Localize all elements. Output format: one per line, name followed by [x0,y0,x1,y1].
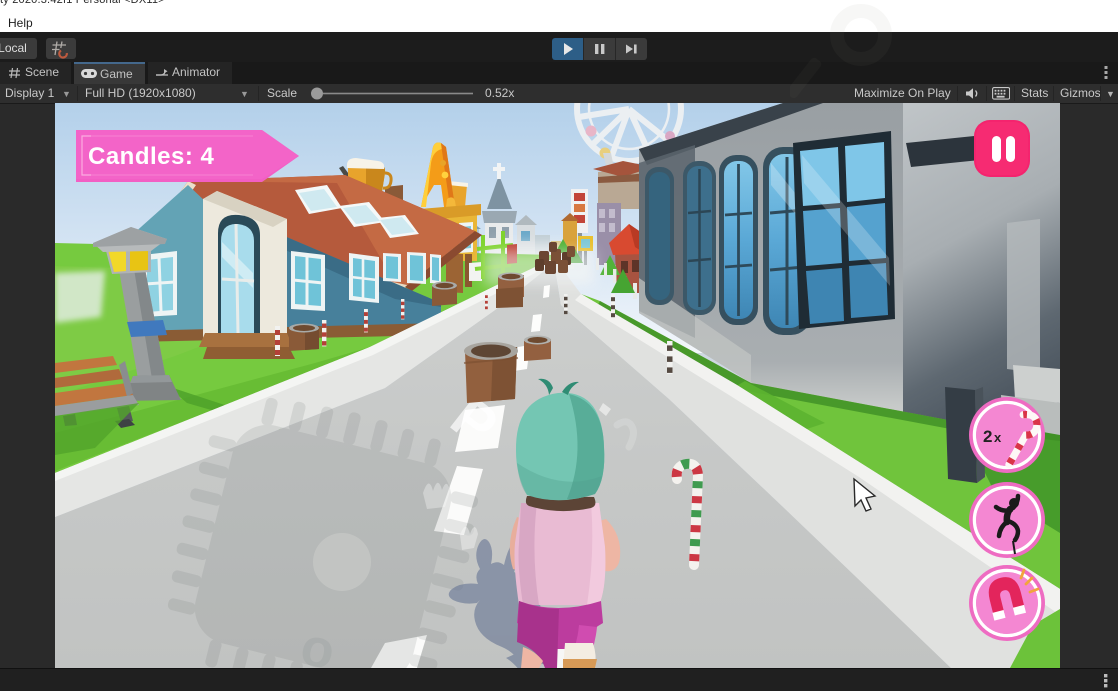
svg-text:Candles: 4: Candles: 4 [88,143,215,170]
svg-text:x: x [994,430,1002,445]
svg-text:2: 2 [983,427,992,446]
